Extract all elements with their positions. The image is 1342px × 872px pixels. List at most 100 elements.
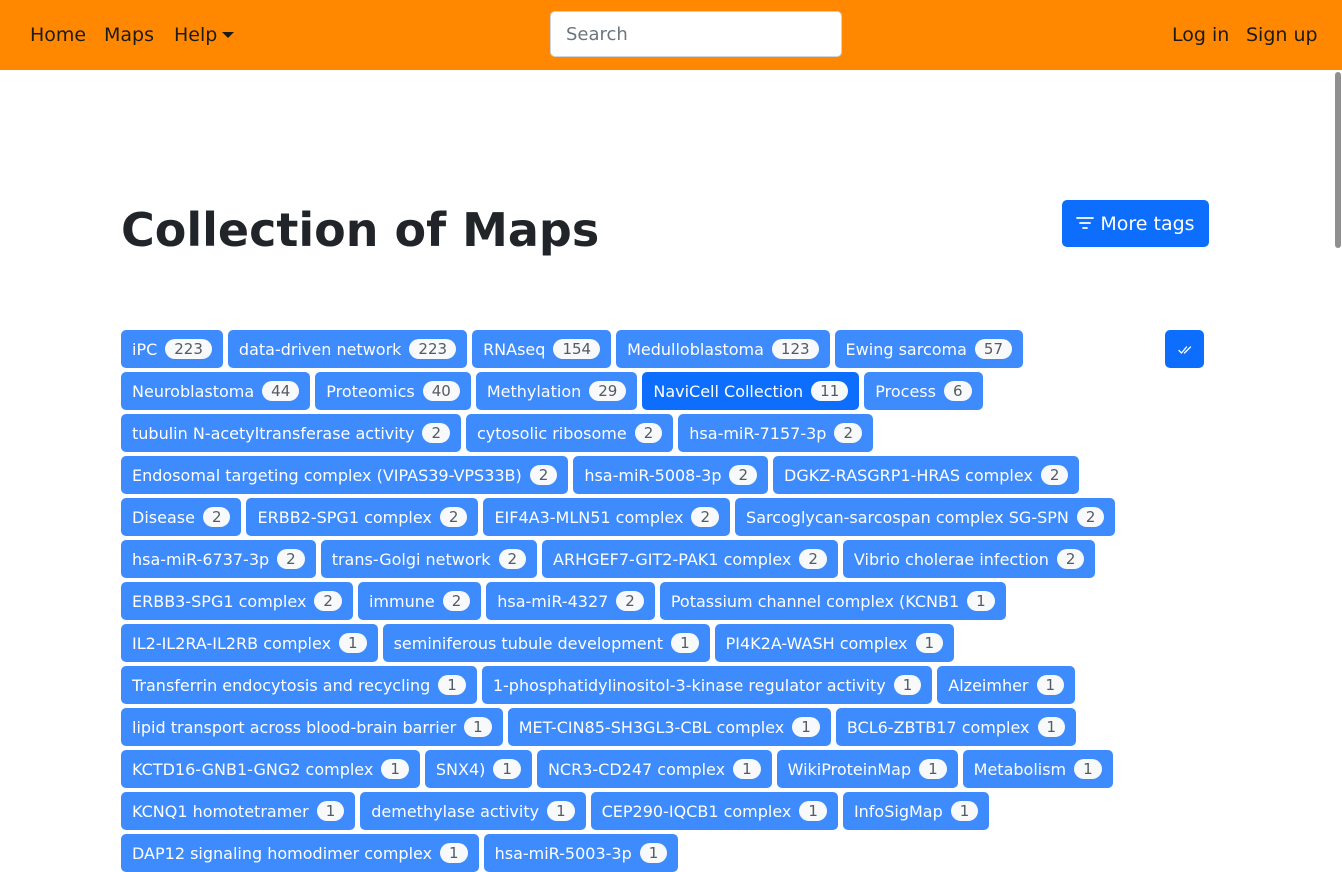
tag-filter-pill[interactable]: Disease 2 xyxy=(121,498,242,536)
tag-filter-list: iPC 223 data-driven network 223 RNAseq 154 Med… xyxy=(121,330,1185,872)
tag-filter-pill[interactable]: Transferrin endocytosis and recycling 1 xyxy=(121,666,477,704)
tag-filter-pill[interactable]: Process 6 xyxy=(864,372,983,410)
tag-count-badge: 2 xyxy=(616,591,644,611)
tag-filter-pill[interactable]: InfoSigMap 1 xyxy=(842,792,990,830)
tag-count-badge: 2 xyxy=(498,549,527,569)
scrollbar-thumb[interactable] xyxy=(1335,72,1341,248)
tag-filter-pill[interactable]: IL2-IL2RA-IL2RB complex 1 xyxy=(121,624,378,662)
tag-count-badge: 1 xyxy=(671,633,699,653)
tag-count-badge: 1 xyxy=(950,801,979,821)
nav-help-dropdown[interactable]: Help xyxy=(174,0,235,70)
tag-label: cytosolic ribosome xyxy=(476,423,627,443)
tag-filter-pill[interactable]: hsa-miR-6737-3p 2 xyxy=(121,540,316,578)
tag-filter-pill[interactable]: Potassium channel complex (KCNB1 1 xyxy=(659,582,1006,620)
tag-count-badge: 1 xyxy=(639,843,668,863)
tag-filter-pill[interactable]: Sarcoglycan-sarcospan complex SG-SPN 2 xyxy=(735,498,1116,536)
filter-icon xyxy=(1076,213,1095,235)
tag-filter-pill[interactable]: DAP12 signaling homodimer complex 1 xyxy=(121,834,479,872)
tag-filter-pill[interactable]: BCL6-ZBTB17 complex 1 xyxy=(835,708,1077,746)
tag-label: trans-Golgi network xyxy=(331,549,491,569)
tag-count-badge: 11 xyxy=(811,381,849,401)
tag-label: DGKZ-RASGRP1-HRAS complex xyxy=(784,465,1033,485)
tag-filter-pill[interactable]: Methylation 29 xyxy=(475,372,638,410)
tag-count-badge: 2 xyxy=(277,549,305,569)
tag-filter-pill[interactable]: ERBB2-SPG1 complex 2 xyxy=(246,498,479,536)
tag-label: hsa-miR-6737-3p xyxy=(132,549,270,569)
tag-filter-pill[interactable]: trans-Golgi network 2 xyxy=(320,540,538,578)
tag-filter-pill[interactable]: EIF4A3-MLN51 complex 2 xyxy=(483,498,731,536)
tag-filter-pill[interactable]: Medulloblastoma 123 xyxy=(616,330,830,368)
tag-label: Potassium channel complex (KCNB1 xyxy=(670,591,960,611)
nav-home-link[interactable]: Home xyxy=(30,0,86,70)
tag-filter-pill[interactable]: hsa-miR-5008-3p 2 xyxy=(573,456,769,494)
tag-label: demethylase activity xyxy=(371,801,540,821)
tag-filter-pill[interactable]: Alzeimher 1 xyxy=(937,666,1076,704)
login-link[interactable]: Log in xyxy=(1172,0,1229,70)
tag-filter-pill[interactable]: 1-phosphatidylinositol-3-kinase regulato… xyxy=(481,666,933,704)
tag-label: NaviCell Collection xyxy=(653,381,804,401)
tag-filter-pill[interactable]: RNAseq 154 xyxy=(472,330,612,368)
tag-count-badge: 1 xyxy=(316,801,345,821)
tag-label: RNAseq xyxy=(483,339,546,359)
tag-filter-pill[interactable]: Ewing sarcoma 57 xyxy=(834,330,1024,368)
tag-filter-pill[interactable]: Proteomics 40 xyxy=(315,372,471,410)
page-scrollbar[interactable] xyxy=(1334,70,1342,852)
tag-filter-pill[interactable]: cytosolic ribosome 2 xyxy=(465,414,674,452)
tag-count-badge: 2 xyxy=(439,507,468,527)
tag-filter-pill[interactable]: SNX4) 1 xyxy=(424,750,532,788)
tag-count-badge: 1 xyxy=(438,675,466,695)
tag-count-badge: 1 xyxy=(1037,717,1066,737)
tag-filter-pill[interactable]: ARHGEF7-GIT2-PAK1 complex 2 xyxy=(542,540,838,578)
tag-count-badge: 123 xyxy=(771,339,819,359)
tag-filter-pill[interactable]: DGKZ-RASGRP1-HRAS complex 2 xyxy=(773,456,1080,494)
tag-filter-pill[interactable]: demethylase activity 1 xyxy=(360,792,586,830)
tag-filter-pill[interactable]: Neuroblastoma 44 xyxy=(121,372,311,410)
tag-count-badge: 1 xyxy=(915,633,944,653)
tag-count-badge: 1 xyxy=(464,717,492,737)
tag-label: Sarcoglycan-sarcospan complex SG-SPN xyxy=(746,507,1069,527)
tag-label: hsa-miR-5003-3p xyxy=(494,843,632,863)
tag-filter-pill[interactable]: CEP290-IQCB1 complex 1 xyxy=(590,792,838,830)
tag-filter-pill[interactable]: ERBB3-SPG1 complex 2 xyxy=(121,582,353,620)
caret-down-icon xyxy=(222,32,235,38)
tag-label: Transferrin endocytosis and recycling xyxy=(132,675,431,695)
tag-label: hsa-miR-4327 xyxy=(497,591,609,611)
signup-link[interactable]: Sign up xyxy=(1246,0,1318,70)
tag-filter-pill[interactable]: NaviCell Collection 11 xyxy=(642,372,860,410)
tag-label: Neuroblastoma xyxy=(132,381,255,401)
tag-filter-pill[interactable]: hsa-miR-5003-3p 1 xyxy=(483,834,679,872)
tag-count-badge: 2 xyxy=(1040,465,1069,485)
tag-filter-pill[interactable]: Endosomal targeting complex (VIPAS39-VPS… xyxy=(121,456,569,494)
tag-filter-pill[interactable]: MET-CIN85-SH3GL3-CBL complex 1 xyxy=(507,708,831,746)
tag-filter-pill[interactable]: iPC 223 xyxy=(121,330,223,368)
search-input[interactable] xyxy=(550,11,842,57)
tag-count-badge: 1 xyxy=(967,591,995,611)
tag-count-badge: 2 xyxy=(529,465,558,485)
tag-filter-pill[interactable]: NCR3-CD247 complex 1 xyxy=(536,750,772,788)
tag-count-badge: 2 xyxy=(1056,549,1085,569)
tag-count-badge: 1 xyxy=(799,801,827,821)
tag-filter-pill[interactable]: data-driven network 223 xyxy=(227,330,468,368)
tag-filter-pill[interactable]: KCTD16-GNB1-GNG2 complex 1 xyxy=(121,750,420,788)
tag-count-badge: 1 xyxy=(381,759,409,779)
tag-count-badge: 1 xyxy=(919,759,947,779)
tag-filter-pill[interactable]: KCNQ1 homotetramer 1 xyxy=(121,792,356,830)
tag-count-badge: 1 xyxy=(733,759,761,779)
tag-filter-pill[interactable]: PI4K2A-WASH complex 1 xyxy=(714,624,955,662)
tag-filter-pill[interactable]: Metabolism 1 xyxy=(962,750,1113,788)
tag-filter-pill[interactable]: immune 2 xyxy=(357,582,482,620)
nav-maps-link[interactable]: Maps xyxy=(104,0,154,70)
tag-filter-pill[interactable]: Vibrio cholerae infection 2 xyxy=(842,540,1096,578)
more-tags-button[interactable]: More tags xyxy=(1062,200,1209,247)
tag-filter-pill[interactable]: hsa-miR-4327 2 xyxy=(486,582,655,620)
tag-filter-pill[interactable]: lipid transport across blood-brain barri… xyxy=(121,708,503,746)
tag-count-badge: 1 xyxy=(547,801,575,821)
tag-label: Endosomal targeting complex (VIPAS39-VPS… xyxy=(132,465,522,485)
tag-label: seminiferous tubule development xyxy=(393,633,664,653)
tag-filter-pill[interactable]: seminiferous tubule development 1 xyxy=(382,624,710,662)
tag-count-badge: 2 xyxy=(422,423,450,443)
tag-filter-pill[interactable]: hsa-miR-7157-3p 2 xyxy=(678,414,873,452)
tag-label: hsa-miR-5008-3p xyxy=(584,465,722,485)
tag-filter-pill[interactable]: tubulin N-acetyltransferase activity 2 xyxy=(121,414,461,452)
tag-filter-pill[interactable]: WikiProteinMap 1 xyxy=(776,750,958,788)
